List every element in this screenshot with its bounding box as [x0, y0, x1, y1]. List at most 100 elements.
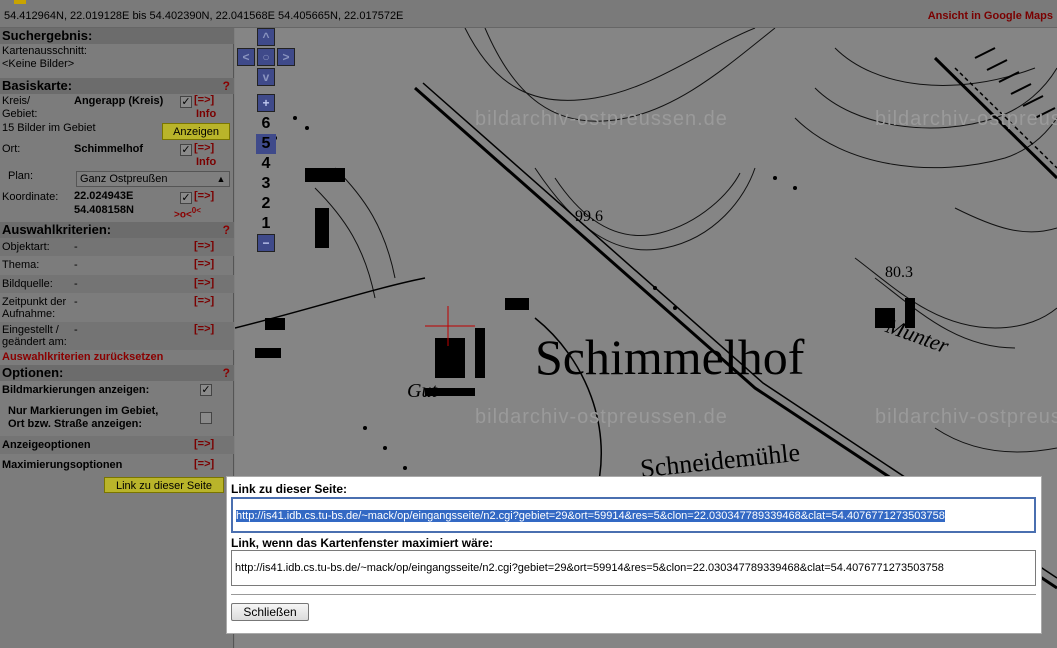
watermark: bildarchiv-ostpreussen.de — [475, 406, 728, 428]
center-marker-text: >o< — [174, 209, 192, 221]
close-button[interactable]: Schließen — [231, 603, 309, 621]
nur-markierungen-label-2: Ort bzw. Straße anzeigen: — [8, 418, 143, 430]
zoom-level-3[interactable]: 3 — [256, 174, 276, 194]
bildmarkierungen-checkbox[interactable]: ✓ — [200, 384, 212, 396]
criteria-arrow-link[interactable]: [=>] — [194, 323, 214, 335]
coordinates-readout: 54.412964N, 22.019128E bis 54.402390N, 2… — [4, 10, 404, 22]
criteria-label: Objektart: — [2, 241, 50, 253]
anzeigen-button[interactable]: Anzeigen — [162, 123, 230, 140]
ort-label: Ort: — [2, 143, 21, 155]
criteria-row-eingestellt: Eingestellt / geändert am: - [=>] — [0, 322, 234, 350]
zoom-level-4[interactable]: 4 — [256, 154, 276, 174]
link-maximized-label: Link, wenn das Kartenfenster maximiert w… — [231, 536, 494, 550]
anzeigeoptionen-label: Anzeigeoptionen — [2, 439, 91, 451]
reset-criteria-link[interactable]: Auswahlkriterien zurücksetzen — [2, 351, 163, 363]
ort-arrow-link[interactable]: [=>] — [194, 142, 214, 154]
kreis-label: Kreis/ — [2, 95, 31, 107]
pan-up-icon[interactable]: ^ — [257, 28, 275, 46]
zoom-level-5[interactable]: 5 — [256, 134, 276, 154]
criteria-row-thema: Thema: - [=>] — [0, 257, 234, 275]
criteria-arrow-link[interactable]: [=>] — [194, 258, 214, 270]
ort-checkbox[interactable]: ✓ — [180, 144, 192, 156]
anzeigeoptionen-row: Anzeigeoptionen [=>] — [0, 436, 234, 454]
nur-markierungen-label-1: Nur Markierungen im Gebiet, — [8, 405, 159, 417]
pan-left-icon[interactable]: < — [237, 48, 255, 66]
koordinate-label: Koordinate: — [2, 191, 59, 203]
koordinate-arrow-link[interactable]: [=>] — [194, 190, 214, 202]
nur-markierungen-checkbox[interactable] — [200, 412, 212, 424]
criteria-label: Eingestellt / geändert am: — [2, 324, 67, 348]
help-icon[interactable]: ? — [223, 222, 230, 238]
sidebar: Suchergebnis: Kartenausschnitt: <Keine B… — [0, 28, 234, 648]
link-page-input[interactable]: http://is41.idb.cs.tu-bs.de/~mack/op/ein… — [231, 497, 1036, 533]
link-maximized-input[interactable]: http://is41.idb.cs.tu-bs.de/~mack/op/ein… — [231, 550, 1036, 586]
criteria-value: - — [74, 324, 78, 336]
logo-strip — [14, 0, 26, 4]
criteria-label: Zeitpunkt der Aufnahme: — [2, 296, 67, 320]
criteria-row-zeitpunkt: Zeitpunkt der Aufnahme: - [=>] — [0, 294, 234, 322]
zoom-level-1[interactable]: 1 — [256, 214, 276, 234]
section-title: Suchergebnis: — [2, 28, 93, 43]
section-title: Optionen: — [2, 365, 64, 380]
link-to-page-button[interactable]: Link zu dieser Seite — [104, 477, 224, 493]
zoom-level-6[interactable]: 6 — [256, 114, 276, 134]
map-label-height-2: 80.3 — [885, 264, 913, 281]
section-title: Basiskarte: — [2, 78, 73, 93]
kreis-checkbox[interactable]: ✓ — [180, 96, 192, 108]
plan-selected-value: Ganz Ostpreußen — [80, 173, 168, 185]
kartenausschnitt-label: Kartenausschnitt: — [2, 45, 87, 57]
maximierungsoptionen-label: Maximierungsoptionen — [2, 459, 123, 471]
criteria-row-bildquelle: Bildquelle: - [=>] — [0, 275, 234, 293]
google-maps-link[interactable]: Ansicht in Google Maps — [928, 10, 1053, 22]
top-bar: 54.412964N, 22.019128E bis 54.402390N, 2… — [0, 0, 1057, 28]
pan-center-icon[interactable]: ○ — [257, 48, 275, 66]
section-suchergebnis: Suchergebnis: — [0, 28, 234, 44]
kreis-info-link[interactable]: Info — [196, 108, 216, 120]
pan-down-icon[interactable]: v — [257, 68, 275, 86]
anzeigeoptionen-arrow-link[interactable]: [=>] — [194, 438, 214, 450]
zoom-level-2[interactable]: 2 — [256, 194, 276, 214]
section-optionen: Optionen: ? — [0, 365, 234, 381]
center-marker-link[interactable]: >o<0< — [174, 206, 201, 220]
ort-info-link[interactable]: Info — [196, 156, 216, 168]
ort-value: Schimmelhof — [74, 143, 144, 155]
bilder-count: 15 Bilder im Gebiet — [2, 122, 96, 134]
center-marker-sup: 0< — [191, 206, 201, 215]
link-page-label: Link zu dieser Seite: — [231, 482, 348, 496]
pan-right-icon[interactable]: > — [277, 48, 295, 66]
maximierungsoptionen-row: Maximierungsoptionen [=>] — [0, 456, 234, 474]
zoom-out-button[interactable]: − — [257, 234, 275, 252]
watermark: bildarchiv-ostpreussen.de — [475, 108, 728, 130]
criteria-row-objektart: Objektart: - [=>] — [0, 238, 234, 256]
criteria-label: Thema: — [2, 259, 40, 271]
criteria-arrow-link[interactable]: [=>] — [194, 277, 214, 289]
map-label-schimmelhof: Schimmelhof — [535, 329, 805, 385]
map-navigation: ^ < ○ > v + 6 5 4 3 2 1 − — [235, 28, 299, 268]
plan-label: Plan: — [8, 170, 34, 182]
link-maximized-url: http://is41.idb.cs.tu-bs.de/~mack/op/ein… — [235, 562, 944, 574]
watermark: bildarchiv-ostpreussen.de — [875, 108, 1057, 130]
help-icon[interactable]: ? — [223, 365, 230, 381]
gebiet-label: Gebiet: — [2, 108, 38, 120]
criteria-value: - — [74, 241, 78, 253]
kreis-arrow-link[interactable]: [=>] — [194, 94, 214, 106]
koord-n-value: 54.408158N — [74, 204, 134, 216]
koordinate-checkbox[interactable]: ✓ — [180, 192, 192, 204]
bildmarkierungen-label: Bildmarkierungen anzeigen: — [2, 384, 150, 396]
chevron-down-icon: ▲ — [216, 174, 226, 184]
map-label-gut: Gut — [407, 380, 437, 402]
kreis-value: Angerapp (Kreis) — [74, 95, 164, 107]
criteria-value: - — [74, 278, 78, 290]
dialog-divider — [231, 594, 1036, 595]
criteria-value: - — [74, 296, 78, 308]
zoom-in-button[interactable]: + — [257, 94, 275, 112]
section-basiskarte: Basiskarte: ? — [0, 78, 234, 94]
criteria-label: Bildquelle: — [2, 278, 53, 290]
plan-select[interactable]: Ganz Ostpreußen ▲ — [76, 171, 230, 187]
section-title: Auswahlkriterien: — [2, 222, 112, 237]
maximierungsoptionen-arrow-link[interactable]: [=>] — [194, 458, 214, 470]
map-label-height-1: 99.6 — [575, 208, 603, 225]
help-icon[interactable]: ? — [223, 78, 230, 94]
criteria-arrow-link[interactable]: [=>] — [194, 295, 214, 307]
criteria-arrow-link[interactable]: [=>] — [194, 240, 214, 252]
